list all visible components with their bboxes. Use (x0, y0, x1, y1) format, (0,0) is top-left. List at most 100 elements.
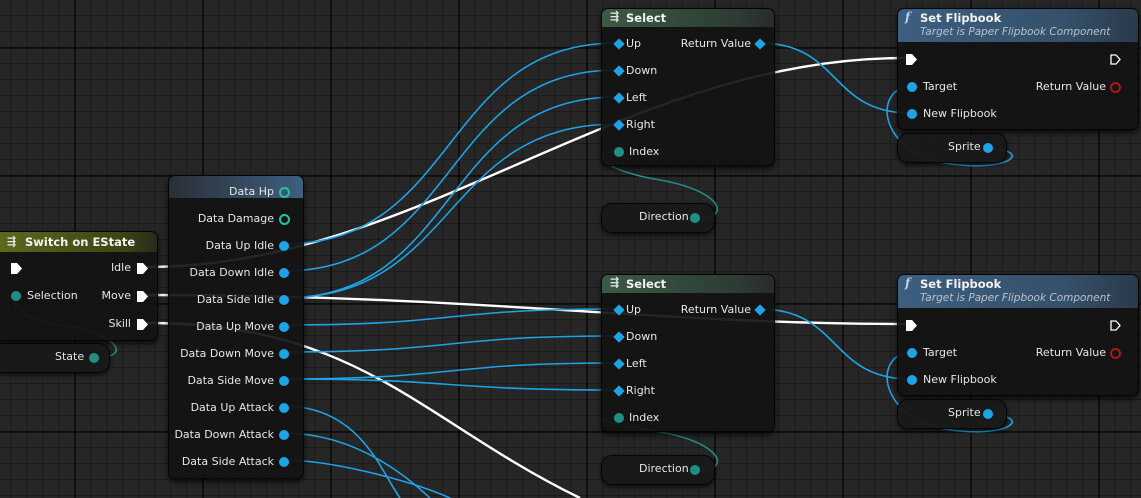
state-variable-pin[interactable] (89, 353, 99, 363)
set-flipbook-input-label: Target (923, 346, 958, 359)
set-flipbook-input-pin[interactable] (907, 375, 917, 385)
select-input-label: Right (626, 384, 655, 397)
switch-output-move-pin[interactable] (137, 291, 148, 302)
select-output-label: Return Value (680, 303, 751, 316)
switch-output-skill-pin[interactable] (137, 319, 148, 330)
direction-variable-pin[interactable] (690, 465, 700, 475)
data-pin-label: Data Down Move (180, 347, 274, 360)
direction-variable-pin[interactable] (690, 213, 700, 223)
data-pin-2[interactable] (279, 241, 289, 251)
sprite-variable-node-2[interactable]: Sprite (897, 399, 1007, 429)
sprite-variable-pin[interactable] (983, 143, 993, 153)
select-input-label: Up (626, 37, 642, 50)
set-flipbook-subtitle: Target is Paper Flipbook Component (920, 292, 1111, 304)
switch-output-move-label: Move (101, 289, 132, 302)
set-flipbook-return-value-pin[interactable] (1110, 82, 1121, 93)
set-flipbook-title: Set Flipbook (920, 277, 1002, 291)
set-flipbook-title: Set Flipbook (920, 11, 1002, 25)
select-node-icon: ⇶ (610, 276, 620, 289)
select-input-pin-left[interactable] (613, 358, 625, 370)
data-pin-label: Data Side Attack (181, 455, 274, 468)
select-input-pin-down[interactable] (613, 65, 625, 77)
select-input-label: Left (626, 357, 647, 370)
data-pin-3[interactable] (279, 268, 289, 278)
switch-node-title: Switch on EState (25, 235, 136, 249)
blueprint-graph-canvas[interactable]: ⇶ Switch on EState Selection Idle Move S… (0, 0, 1141, 498)
set-flipbook-node-2[interactable]: f Set Flipbook Target is Paper Flipbook Co… (897, 274, 1139, 396)
data-pin-label: Data Up Idle (205, 239, 274, 252)
select-node-icon: ⇶ (610, 10, 620, 23)
data-pin-label: Data Up Move (196, 320, 274, 333)
switch-exec-input-pin[interactable] (11, 263, 22, 274)
set-flipbook-exec-in-pin[interactable] (906, 320, 917, 331)
set-flipbook-node-1[interactable]: f Set Flipbook Target is Paper Flipbook Co… (897, 8, 1139, 130)
state-variable-label: State (55, 350, 85, 363)
data-pin-9[interactable] (279, 430, 289, 440)
set-flipbook-output-label: Return Value (1035, 80, 1106, 93)
sprite-variable-label: Sprite (948, 406, 981, 419)
direction-variable-node-1[interactable]: Direction (601, 203, 715, 233)
select-input-label: Down (626, 64, 658, 77)
data-pin-10[interactable] (279, 457, 289, 467)
wire-side-move-to-select2-left (282, 362, 618, 380)
set-flipbook-input-pin[interactable] (907, 82, 917, 92)
set-flipbook-output-label: Return Value (1035, 346, 1106, 359)
set-flipbook-input-label: Target (923, 80, 958, 93)
select-input-pin-left[interactable] (613, 92, 625, 104)
select-input-label: Left (626, 91, 647, 104)
select-input-pin-up[interactable] (613, 304, 625, 316)
selection-pin[interactable] (11, 291, 21, 301)
select-node-title: Select (626, 11, 667, 25)
set-flipbook-exec-out-pin[interactable] (1110, 320, 1121, 331)
data-pin-0[interactable] (279, 187, 290, 198)
select-input-label: Index (629, 145, 660, 158)
select-input-pin-right[interactable] (613, 385, 625, 397)
set-flipbook-input-pin[interactable] (907, 348, 917, 358)
direction-variable-node-2[interactable]: Direction (601, 455, 715, 485)
sprite-variable-label: Sprite (948, 140, 981, 153)
data-pin-6[interactable] (279, 349, 289, 359)
select-output-label: Return Value (680, 37, 751, 50)
select-node-title: Select (626, 277, 667, 291)
state-variable-node[interactable]: State (0, 343, 110, 373)
switch-output-idle-pin[interactable] (137, 263, 148, 274)
wire-down-attack (282, 432, 431, 498)
data-struct-node[interactable]: Data Hp Data Damage Data Up Idle Data Down … (168, 175, 304, 479)
data-pin-5[interactable] (279, 322, 289, 332)
data-pin-1[interactable] (279, 214, 290, 225)
data-pin-8[interactable] (279, 403, 289, 413)
direction-variable-label: Direction (639, 462, 689, 475)
wire-down-move-to-select2-down (282, 335, 618, 353)
select-return-value-pin[interactable] (754, 304, 766, 316)
select-node-2[interactable]: ⇶ Select Up Down Left Right Index Return Value (601, 274, 775, 432)
data-pin-4[interactable] (279, 295, 289, 305)
set-flipbook-exec-out-pin[interactable] (1110, 54, 1121, 65)
select-input-pin-right[interactable] (613, 119, 625, 131)
select-input-pin-up[interactable] (613, 38, 625, 50)
select-input-label: Up (626, 303, 642, 316)
select-input-label: Right (626, 118, 655, 131)
select-return-value-pin[interactable] (754, 38, 766, 50)
set-flipbook-input-label: New Flipbook (923, 373, 997, 386)
select-input-pin-down[interactable] (613, 331, 625, 343)
wire-side-idle-to-select1-right (282, 123, 618, 299)
select-index-pin[interactable] (614, 147, 624, 157)
switch-node-icon: ⇶ (7, 235, 17, 248)
sprite-variable-node-1[interactable]: Sprite (897, 133, 1007, 163)
set-flipbook-input-pin[interactable] (907, 109, 917, 119)
function-f-icon: f (905, 276, 911, 290)
wire-side-idle-to-select1-left (282, 96, 618, 299)
set-flipbook-exec-in-pin[interactable] (906, 54, 917, 65)
data-pin-7[interactable] (279, 376, 289, 386)
sprite-variable-pin[interactable] (983, 409, 993, 419)
set-flipbook-return-value-pin[interactable] (1110, 348, 1121, 359)
selection-label: Selection (27, 289, 78, 302)
select-index-pin[interactable] (614, 413, 624, 423)
switch-output-idle-label: Idle (110, 261, 131, 274)
data-pin-label: Data Side Move (187, 374, 274, 387)
switch-on-estate-node[interactable]: ⇶ Switch on EState Selection Idle Move S… (0, 231, 158, 341)
select-node-1[interactable]: ⇶ Select Up Down Left Right Index Return Value (601, 8, 775, 166)
data-pin-label: Data Damage (197, 212, 274, 225)
switch-output-skill-label: Skill (108, 317, 131, 330)
data-pin-label: Data Down Idle (189, 266, 274, 279)
